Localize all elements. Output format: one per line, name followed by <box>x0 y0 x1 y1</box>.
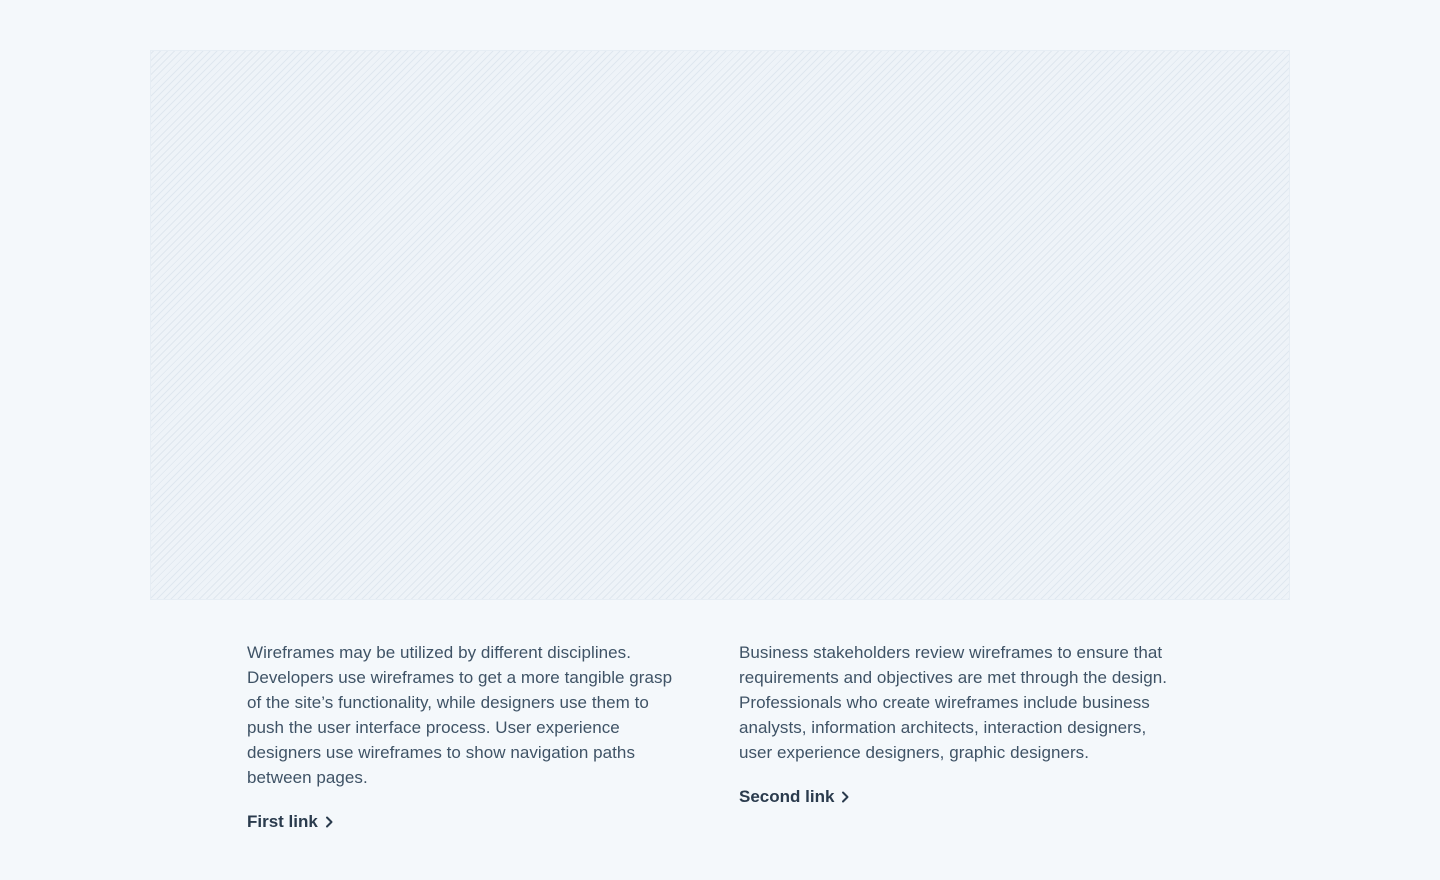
first-link[interactable]: First link <box>247 812 334 832</box>
column-text: Wireframes may be utilized by different … <box>247 643 673 787</box>
hero-image-placeholder <box>150 50 1290 600</box>
column-text: Business stakeholders review wireframes … <box>739 643 1167 762</box>
link-label: Second link <box>739 787 835 806</box>
link-label: First link <box>247 812 318 831</box>
second-link[interactable]: Second link <box>739 787 850 807</box>
chevron-right-icon <box>324 815 334 829</box>
content-column-first: Wireframes may be utilized by different … <box>247 640 687 832</box>
chevron-right-icon <box>840 790 850 804</box>
content-column-second: Business stakeholders review wireframes … <box>739 640 1179 832</box>
content-columns: Wireframes may be utilized by different … <box>247 640 1193 832</box>
